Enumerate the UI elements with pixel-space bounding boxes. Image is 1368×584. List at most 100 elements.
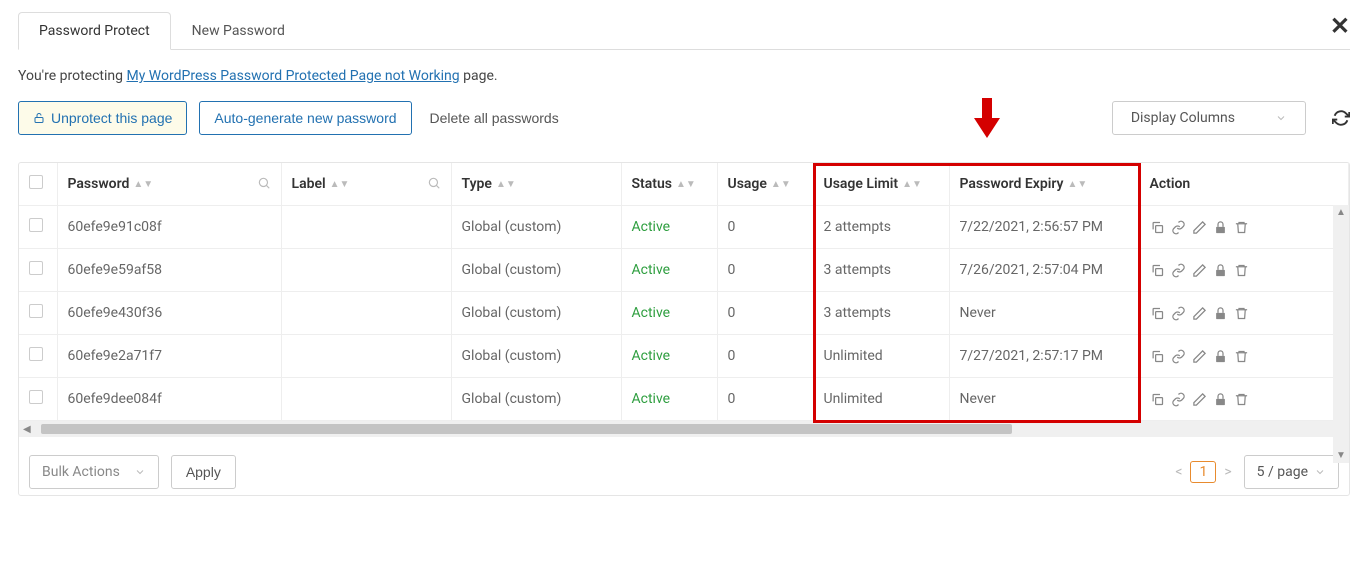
trash-icon[interactable] bbox=[1234, 392, 1249, 407]
protecting-prefix: You're protecting bbox=[18, 68, 126, 84]
table-row: 60efe9e91c08f Global (custom) Active 0 2… bbox=[19, 206, 1349, 249]
sort-icon[interactable]: ▲▼ bbox=[133, 182, 153, 187]
page-size-label: 5 / page bbox=[1257, 464, 1308, 480]
cell-usage: 0 bbox=[717, 249, 813, 292]
edit-icon[interactable] bbox=[1192, 349, 1207, 364]
link-icon[interactable] bbox=[1171, 220, 1186, 235]
search-icon[interactable] bbox=[257, 176, 271, 190]
lock-icon[interactable] bbox=[1213, 220, 1228, 235]
delete-all-button[interactable]: Delete all passwords bbox=[424, 102, 565, 134]
protecting-text: You're protecting My WordPress Password … bbox=[18, 68, 1350, 84]
row-checkbox[interactable] bbox=[29, 218, 43, 232]
link-icon[interactable] bbox=[1171, 349, 1186, 364]
cell-status: Active bbox=[621, 292, 717, 335]
cell-password: 60efe9e59af58 bbox=[57, 249, 281, 292]
copy-icon[interactable] bbox=[1150, 392, 1165, 407]
table-row: 60efe9dee084f Global (custom) Active 0 U… bbox=[19, 378, 1349, 421]
display-columns-dropdown[interactable]: Display Columns bbox=[1112, 101, 1306, 135]
bulk-actions-label: Bulk Actions bbox=[42, 464, 120, 480]
col-type[interactable]: Type▲▼ bbox=[451, 163, 621, 206]
chevron-down-icon bbox=[134, 466, 146, 478]
table-row: 60efe9e59af58 Global (custom) Active 0 3… bbox=[19, 249, 1349, 292]
vertical-scrollbar[interactable]: ▲ ▼ bbox=[1333, 205, 1349, 463]
next-page[interactable]: > bbox=[1224, 464, 1231, 480]
cell-status: Active bbox=[621, 335, 717, 378]
col-expiry[interactable]: Password Expiry▲▼ bbox=[949, 163, 1139, 206]
select-all-checkbox[interactable] bbox=[29, 175, 43, 189]
cell-type: Global (custom) bbox=[451, 206, 621, 249]
search-icon[interactable] bbox=[427, 176, 441, 190]
row-checkbox[interactable] bbox=[29, 347, 43, 361]
sort-icon[interactable]: ▲▼ bbox=[902, 182, 922, 187]
password-table: Password▲▼ Label▲▼ Type▲▼ Status▲▼ Usage… bbox=[18, 162, 1350, 496]
sort-icon[interactable]: ▲▼ bbox=[771, 182, 791, 187]
pager: < 1 > bbox=[1175, 461, 1231, 483]
lock-icon[interactable] bbox=[1213, 263, 1228, 278]
cell-usage-limit: 2 attempts bbox=[813, 206, 949, 249]
trash-icon[interactable] bbox=[1234, 349, 1249, 364]
horizontal-scrollbar[interactable]: ◀ ▶ bbox=[19, 421, 1349, 437]
cell-actions bbox=[1139, 206, 1349, 249]
copy-icon[interactable] bbox=[1150, 263, 1165, 278]
trash-icon[interactable] bbox=[1234, 220, 1249, 235]
sort-icon[interactable]: ▲▼ bbox=[676, 182, 696, 187]
sort-icon[interactable]: ▲▼ bbox=[330, 182, 350, 187]
copy-icon[interactable] bbox=[1150, 306, 1165, 321]
edit-icon[interactable] bbox=[1192, 392, 1207, 407]
cell-label bbox=[281, 206, 451, 249]
unprotect-label: Unprotect this page bbox=[51, 110, 172, 126]
protecting-link[interactable]: My WordPress Password Protected Page not… bbox=[126, 68, 459, 84]
apply-button[interactable]: Apply bbox=[171, 455, 236, 489]
edit-icon[interactable] bbox=[1192, 306, 1207, 321]
row-checkbox[interactable] bbox=[29, 261, 43, 275]
bulk-actions-dropdown[interactable]: Bulk Actions bbox=[29, 455, 159, 489]
cell-label bbox=[281, 378, 451, 421]
cell-status: Active bbox=[621, 378, 717, 421]
sort-icon[interactable]: ▲▼ bbox=[1067, 182, 1087, 187]
tab-password-protect[interactable]: Password Protect bbox=[18, 12, 171, 50]
unprotect-button[interactable]: Unprotect this page bbox=[18, 101, 187, 135]
page-current[interactable]: 1 bbox=[1190, 461, 1216, 483]
cell-actions bbox=[1139, 292, 1349, 335]
edit-icon[interactable] bbox=[1192, 263, 1207, 278]
row-checkbox[interactable] bbox=[29, 390, 43, 404]
trash-icon[interactable] bbox=[1234, 263, 1249, 278]
refresh-icon[interactable] bbox=[1332, 109, 1350, 127]
sort-icon[interactable]: ▲▼ bbox=[496, 182, 516, 187]
col-checkbox bbox=[19, 163, 57, 206]
col-status[interactable]: Status▲▼ bbox=[621, 163, 717, 206]
cell-type: Global (custom) bbox=[451, 335, 621, 378]
copy-icon[interactable] bbox=[1150, 220, 1165, 235]
lock-icon[interactable] bbox=[1213, 349, 1228, 364]
cell-usage-limit: Unlimited bbox=[813, 378, 949, 421]
prev-page[interactable]: < bbox=[1175, 464, 1182, 480]
col-password[interactable]: Password▲▼ bbox=[57, 163, 281, 206]
lock-icon[interactable] bbox=[1213, 392, 1228, 407]
cell-actions bbox=[1139, 335, 1349, 378]
row-checkbox[interactable] bbox=[29, 304, 43, 318]
cell-password: 60efe9dee084f bbox=[57, 378, 281, 421]
cell-usage: 0 bbox=[717, 292, 813, 335]
cell-type: Global (custom) bbox=[451, 378, 621, 421]
trash-icon[interactable] bbox=[1234, 306, 1249, 321]
col-usage-limit[interactable]: Usage Limit▲▼ bbox=[813, 163, 949, 206]
cell-expiry: Never bbox=[949, 292, 1139, 335]
cell-label bbox=[281, 249, 451, 292]
tab-new-password[interactable]: New Password bbox=[171, 12, 306, 49]
page-size-dropdown[interactable]: 5 / page bbox=[1244, 455, 1339, 489]
col-usage[interactable]: Usage▲▼ bbox=[717, 163, 813, 206]
copy-icon[interactable] bbox=[1150, 349, 1165, 364]
link-icon[interactable] bbox=[1171, 306, 1186, 321]
autogenerate-button[interactable]: Auto-generate new password bbox=[199, 101, 411, 135]
toolbar: Unprotect this page Auto-generate new pa… bbox=[18, 98, 1350, 138]
col-label[interactable]: Label▲▼ bbox=[281, 163, 451, 206]
close-icon[interactable]: ✕ bbox=[1330, 12, 1350, 40]
link-icon[interactable] bbox=[1171, 392, 1186, 407]
cell-label bbox=[281, 292, 451, 335]
cell-usage: 0 bbox=[717, 378, 813, 421]
lock-icon[interactable] bbox=[1213, 306, 1228, 321]
cell-password: 60efe9e2a71f7 bbox=[57, 335, 281, 378]
edit-icon[interactable] bbox=[1192, 220, 1207, 235]
link-icon[interactable] bbox=[1171, 263, 1186, 278]
cell-expiry: Never bbox=[949, 378, 1139, 421]
